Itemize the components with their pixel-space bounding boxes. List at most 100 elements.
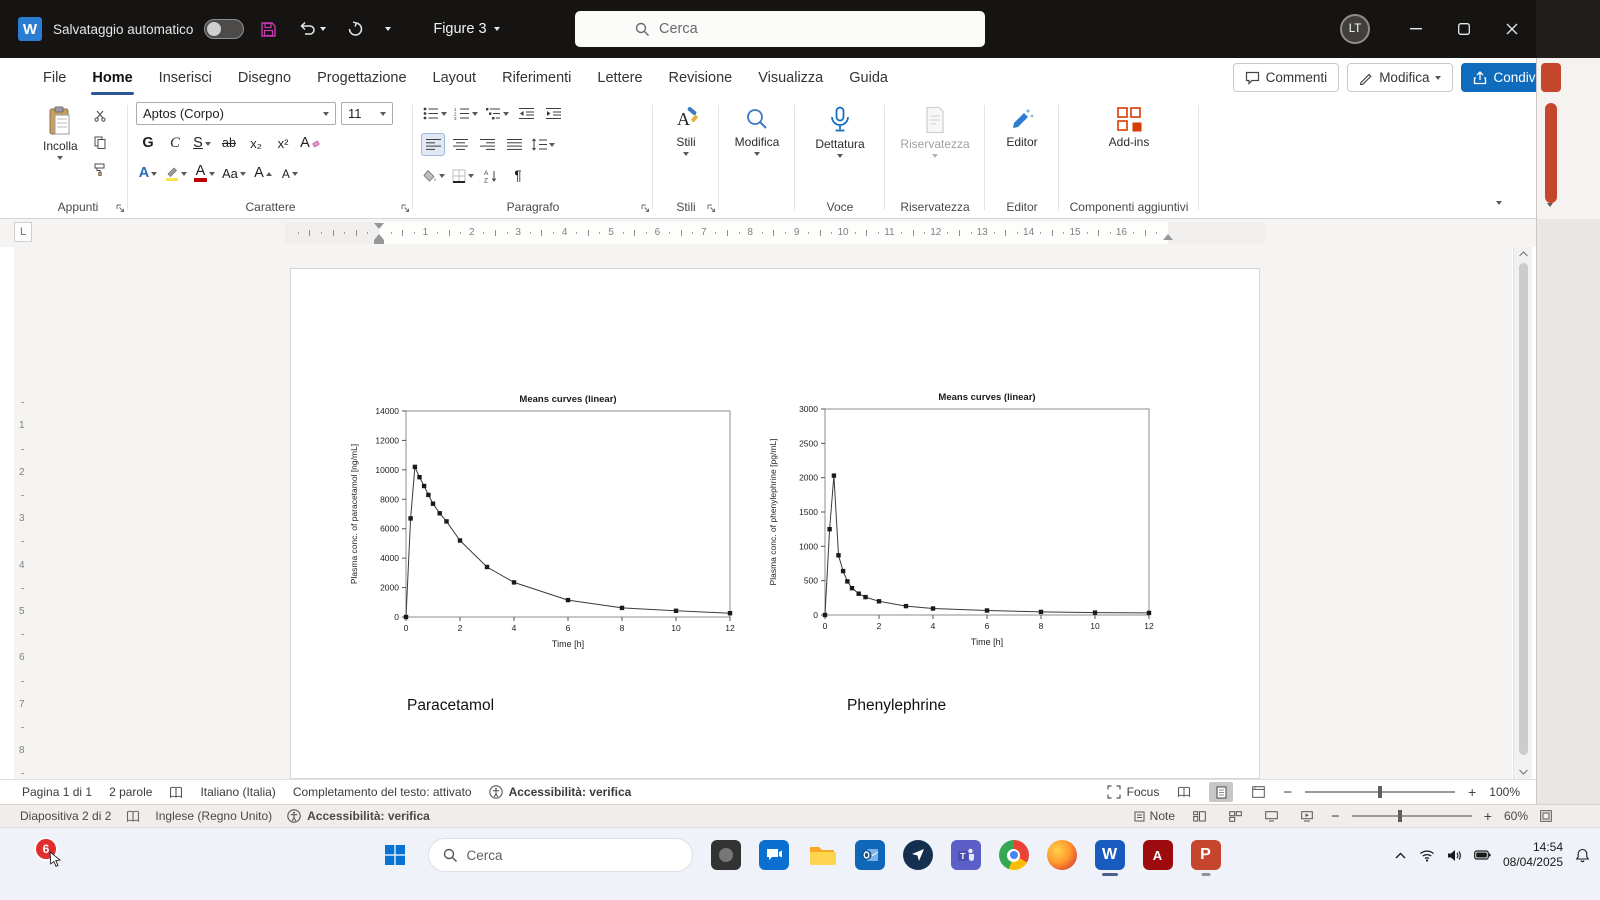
first-line-indent-marker[interactable] [374, 223, 384, 229]
font-name-combo[interactable]: Aptos (Corpo) [136, 102, 336, 125]
collapse-ribbon-button[interactable] [1496, 192, 1502, 210]
language-indicator[interactable]: Italiano (Italia) [200, 785, 275, 799]
align-center-button[interactable] [448, 133, 472, 156]
left-indent-marker[interactable] [374, 240, 384, 244]
quick-access-more-button[interactable] [380, 12, 396, 46]
slide-indicator[interactable]: Diapositiva 2 di 2 [20, 809, 111, 823]
shading-button[interactable] [421, 164, 447, 187]
borders-button[interactable] [450, 164, 476, 187]
change-case-button[interactable]: Aa [220, 162, 248, 185]
editing-button[interactable]: Modifica [727, 102, 787, 160]
grow-font-button[interactable]: A [251, 162, 275, 185]
fit-slide-icon[interactable] [1540, 810, 1552, 822]
right-indent-marker[interactable] [1163, 234, 1173, 240]
wifi-icon[interactable] [1419, 849, 1435, 862]
zoom-out-button[interactable]: − [1283, 784, 1292, 801]
word-count[interactable]: 2 parole [109, 785, 152, 799]
battery-icon[interactable] [1474, 849, 1491, 861]
tab-selector[interactable]: L [14, 222, 32, 242]
justify-button[interactable] [502, 133, 526, 156]
sort-button[interactable]: AZ [479, 164, 503, 187]
numbering-button[interactable]: 123 [452, 102, 480, 125]
minimize-button[interactable] [1392, 0, 1440, 58]
read-mode-button[interactable] [1172, 782, 1196, 802]
ppt-reading-view-button[interactable] [1259, 806, 1283, 826]
web-layout-button[interactable] [1246, 782, 1270, 802]
vertical-ruler[interactable]: 12345678 [14, 247, 32, 779]
ppt-accessibility-status[interactable]: Accessibilità: verifica [287, 809, 430, 823]
scrollbar-thumb[interactable] [1519, 263, 1528, 755]
chrome-icon[interactable] [999, 840, 1029, 870]
teams-icon[interactable]: T [951, 840, 981, 870]
acrobat-icon[interactable]: A [1143, 840, 1173, 870]
zoom-slider[interactable] [1305, 791, 1455, 793]
taskbar-search-box[interactable] [428, 838, 693, 872]
start-button[interactable] [380, 840, 410, 870]
zoom-slider-thumb[interactable] [1378, 786, 1382, 798]
scroll-down-icon[interactable] [1519, 769, 1528, 775]
strikethrough-button[interactable]: ab [217, 132, 241, 155]
italic-button[interactable]: C [163, 132, 187, 155]
multilevel-list-button[interactable] [483, 102, 511, 125]
ppt-zoom-in-button[interactable]: + [1484, 808, 1492, 824]
tab-riferimenti[interactable]: Riferimenti [489, 58, 584, 97]
ppt-zoom-slider[interactable] [1352, 815, 1472, 817]
bold-button[interactable]: G [136, 132, 160, 155]
redo-button[interactable] [342, 12, 369, 46]
tab-revisione[interactable]: Revisione [656, 58, 746, 97]
tab-progettazione[interactable]: Progettazione [304, 58, 419, 97]
volume-icon[interactable] [1447, 849, 1462, 862]
addins-button[interactable]: Add-ins [1067, 102, 1191, 153]
zoom-in-button[interactable]: + [1468, 784, 1476, 800]
subscript-button[interactable]: x₂ [244, 132, 268, 155]
font-dialog-launcher[interactable] [401, 204, 410, 213]
vertical-scrollbar[interactable] [1513, 247, 1532, 779]
notes-button[interactable]: Note [1134, 809, 1175, 823]
page-indicator[interactable]: Pagina 1 di 1 [22, 785, 92, 799]
autosave-toggle[interactable] [204, 19, 244, 39]
proofing-icon[interactable] [169, 786, 183, 799]
scroll-up-icon[interactable] [1519, 251, 1528, 257]
show-formatting-button[interactable]: ¶ [506, 164, 530, 187]
clock[interactable]: 14:54 08/04/2025 [1503, 840, 1563, 870]
font-size-combo[interactable]: 11 [341, 102, 393, 125]
save-button[interactable] [255, 12, 282, 46]
maximize-button[interactable] [1440, 0, 1488, 58]
text-completion-indicator[interactable]: Completamento del testo: attivato [293, 785, 472, 799]
title-search-box[interactable] [575, 11, 985, 47]
ppt-language-indicator[interactable]: Inglese (Regno Unito) [155, 809, 272, 823]
styles-button[interactable]: A Stili [661, 102, 711, 160]
accessibility-status[interactable]: Accessibilità: verifica [489, 785, 632, 799]
avatar[interactable]: LT [1340, 14, 1370, 44]
paste-button[interactable]: Incolla [36, 102, 85, 164]
bullets-button[interactable] [421, 102, 449, 125]
tab-layout[interactable]: Layout [420, 58, 490, 97]
search-input[interactable] [659, 21, 979, 37]
zoom-level[interactable]: 100% [1489, 785, 1520, 799]
ppt-normal-view-button[interactable] [1187, 806, 1211, 826]
powerpoint-taskbar-icon[interactable]: P [1191, 840, 1221, 870]
print-layout-button[interactable] [1209, 782, 1233, 802]
ppt-zoom-thumb[interactable] [1398, 810, 1402, 822]
clipboard-dialog-launcher[interactable] [116, 204, 125, 213]
shrink-font-button[interactable]: A [278, 162, 302, 185]
increase-indent-button[interactable] [541, 102, 565, 125]
underline-button[interactable]: S [190, 132, 214, 155]
text-effects-button[interactable]: A [136, 162, 160, 185]
clear-formatting-button[interactable]: A [298, 132, 322, 155]
chat-icon[interactable] [759, 840, 789, 870]
tab-guida[interactable]: Guida [836, 58, 901, 97]
tab-disegno[interactable]: Disegno [225, 58, 304, 97]
editor-button[interactable]: Editor [993, 102, 1051, 153]
powerpoint-share-button-edge[interactable] [1541, 63, 1561, 92]
format-painter-button[interactable] [88, 158, 112, 181]
app-icon-dark[interactable] [711, 840, 741, 870]
paragraph-dialog-launcher[interactable] [641, 204, 650, 213]
line-spacing-button[interactable] [529, 133, 557, 156]
tab-file[interactable]: File [30, 58, 79, 97]
editing-mode-button[interactable]: Modifica [1347, 63, 1453, 92]
undo-button[interactable] [293, 12, 331, 46]
focus-button[interactable]: Focus [1107, 785, 1160, 799]
horizontal-ruler[interactable]: 12345678910111213141516 [285, 222, 1265, 244]
tab-inserisci[interactable]: Inserisci [146, 58, 225, 97]
